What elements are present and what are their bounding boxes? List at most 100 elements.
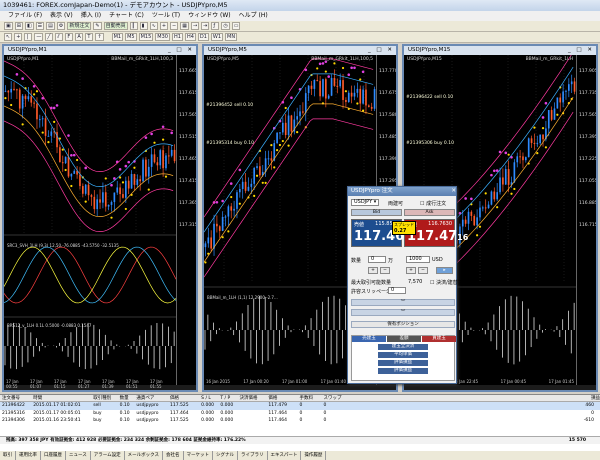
window-buttons[interactable]: _ □ ✕ [368, 46, 396, 55]
table-row[interactable]: 21395316 2015.01.17 00:05:01 buy 0.10 usdjpy… [0, 410, 600, 418]
table-row[interactable]: 21396422 2015.01.17 01:02:01 sell 0.10 usdjp… [0, 402, 600, 410]
terminal-tab[interactable]: マーケット [184, 451, 214, 460]
menu-item[interactable]: ツール (T) [152, 11, 180, 21]
auto-trade-button[interactable]: 自動売買 [103, 22, 128, 30]
timeframe-button[interactable]: D1 [197, 33, 209, 41]
amount-input[interactable]: 1000 [406, 256, 430, 263]
column-header[interactable]: S / L [199, 395, 218, 401]
timeframe-button[interactable]: M5 [125, 33, 137, 41]
symbol-select[interactable]: USDJPY ▾ [351, 199, 379, 206]
fibonacci-icon[interactable]: F [65, 33, 74, 41]
menu-item[interactable]: 挿入 (I) [81, 11, 101, 21]
terminal-tab[interactable]: アラーム設定 [91, 451, 125, 460]
terminal-tab[interactable]: シグナル [213, 451, 239, 460]
chart-window-m1[interactable]: USDJPYpro,M1 _ □ ✕ USDJPYpro,M1 BBMail_m_… [2, 44, 198, 392]
vertical-line-icon[interactable]: | [24, 33, 33, 41]
templates-icon[interactable]: ▭ [231, 22, 241, 30]
menu-item[interactable]: チャート (C) [109, 11, 144, 21]
quantity-decrease-button[interactable]: − [380, 267, 390, 274]
terminal-tab[interactable]: 操作履歴 [301, 451, 327, 460]
timeframe-button[interactable]: M15 [138, 33, 154, 41]
column-header[interactable]: 数量 [118, 395, 135, 401]
buy-tab[interactable]: Ask [404, 209, 455, 216]
amount-increase-button[interactable]: + [406, 267, 416, 274]
column-header[interactable]: 損益 [346, 395, 600, 401]
quantity-increase-button[interactable]: + [368, 267, 378, 274]
candle-body [239, 188, 241, 193]
tile-windows-icon[interactable]: ▦ [180, 22, 189, 30]
timeframe-button[interactable]: H4 [184, 33, 196, 41]
column-header[interactable]: 通貨ペア [134, 395, 168, 401]
price-axis[interactable]: 117.665 117.615 117.565 117.515 117.465 117.4… [176, 55, 196, 385]
line-chart-icon[interactable]: ∿ [149, 22, 158, 30]
column-header[interactable]: スワップ [322, 395, 346, 401]
terminal-icon[interactable]: ▤ [46, 22, 55, 30]
text-icon[interactable]: A [75, 33, 84, 41]
meta-editor-icon[interactable]: ✎ [93, 22, 102, 30]
timeframe-button[interactable]: W1 [210, 33, 224, 41]
terminal-tab[interactable]: 取引 [0, 451, 16, 460]
horizontal-line-icon[interactable]: — [34, 33, 44, 41]
menu-item[interactable]: ウィンドウ (W) [188, 11, 231, 21]
price-axis[interactable]: 117.905 117.735 117.565 117.395 117.225 117.0… [576, 55, 596, 385]
cursor-icon[interactable]: ↖ [4, 33, 13, 41]
close-all-button[interactable]: 建玉全決済 [378, 344, 428, 350]
timeframe-button[interactable]: M30 [155, 33, 170, 41]
label-icon[interactable]: T [85, 33, 94, 41]
terminal-tab[interactable]: 口座履歴 [41, 451, 66, 460]
terminal-tab[interactable]: メールボックス [125, 451, 164, 460]
candle-chart-icon[interactable]: ▮ [139, 22, 148, 30]
market-order-checkbox[interactable]: ☐ 成行注文 [420, 200, 446, 207]
slippage-input[interactable]: 0 [388, 287, 406, 294]
crosshair-icon[interactable]: + [14, 33, 23, 41]
channel-icon[interactable]: ⫽ [55, 33, 64, 41]
close-icon[interactable]: ✕ [451, 187, 456, 196]
timeframe-button[interactable]: MN [225, 33, 238, 41]
menu-item[interactable]: ファイル (F) [8, 11, 42, 21]
column-header[interactable]: 時間 [31, 395, 91, 401]
autoscroll-icon[interactable]: → [190, 22, 200, 30]
expand-orders-button[interactable]: ︾ [351, 309, 455, 316]
bar-chart-icon[interactable]: ┃ [129, 22, 138, 30]
column-header[interactable]: 手数料 [298, 395, 322, 401]
zoom-in-icon[interactable]: + [159, 22, 169, 30]
periods-icon[interactable]: ◷ [221, 22, 230, 30]
price-axis-label: 117.295 [379, 179, 398, 184]
timeframe-button[interactable]: M1 [111, 33, 124, 41]
menu-item[interactable]: ヘルプ (H) [239, 11, 268, 21]
terminal-tab[interactable]: ライブラリ [238, 451, 268, 460]
tester-icon[interactable]: ⚙ [56, 22, 66, 30]
terminal-tab[interactable]: 会社名 [163, 451, 184, 460]
column-header[interactable]: 価格 [168, 395, 199, 401]
window-buttons[interactable]: _ □ ✕ [568, 46, 596, 55]
settle-checkbox[interactable]: ☐ 決済/建替設定 [430, 279, 468, 286]
clear-button[interactable]: ▸ [436, 267, 453, 274]
terminal-tab[interactable]: 運用比率 [16, 451, 41, 460]
trendline-icon[interactable]: ╱ [45, 33, 54, 41]
terminal-tab[interactable]: エキスパート [268, 451, 302, 460]
table-row[interactable]: 21394306 2015.01.16 23:50:41 buy 0.10 usdjpy… [0, 417, 600, 425]
column-header[interactable]: 決済価格 [238, 395, 267, 401]
chart-plot[interactable]: USDJPYpro,M1 BBMail_m_GRkit_1LH,100,3 SR… [4, 55, 177, 389]
new-chart-icon[interactable]: ▣ [4, 22, 13, 30]
amount-decrease-button[interactable]: − [418, 267, 428, 274]
new-order-button[interactable]: 新規注文 [67, 22, 92, 30]
chart-shift-icon[interactable]: ⇥ [201, 22, 210, 30]
timeframe-button[interactable]: H1 [171, 33, 183, 41]
sell-tab[interactable]: Bid [351, 209, 402, 216]
arrow-icon[interactable]: ↑ [95, 33, 104, 41]
profiles-icon[interactable]: ⊞ [14, 22, 23, 30]
column-header[interactable]: 取引種別 [91, 395, 117, 401]
quantity-input[interactable]: 0 [368, 256, 386, 263]
terminal-tab[interactable]: ニュース [66, 451, 91, 460]
indicators-icon[interactable]: ƒ [211, 22, 220, 30]
window-buttons[interactable]: _ □ ✕ [168, 46, 196, 55]
menu-item[interactable]: 表示 (V) [50, 11, 73, 21]
navigator-icon[interactable]: ☰ [35, 22, 45, 30]
column-header[interactable]: 注文番号 [0, 395, 31, 401]
zoom-out-icon[interactable]: − [170, 22, 179, 30]
column-header[interactable]: T / P [218, 395, 237, 401]
market-watch-icon[interactable]: ◧ [24, 22, 34, 30]
column-header[interactable]: 価格 [266, 395, 297, 401]
expand-settings-button[interactable]: ︾ [351, 299, 455, 306]
